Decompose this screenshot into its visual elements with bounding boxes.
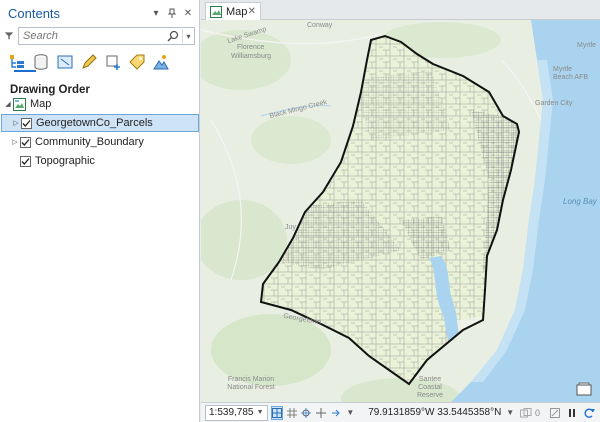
- place-label: Garden City: [535, 100, 573, 107]
- forest-patch: [251, 116, 331, 164]
- chevron-down-icon[interactable]: ▼: [345, 406, 357, 420]
- map-node-label: Map: [30, 98, 52, 110]
- list-by-labeling-icon[interactable]: [126, 51, 148, 73]
- correction-icon[interactable]: [330, 406, 342, 420]
- tab-map[interactable]: Map ✕: [205, 2, 261, 20]
- map-icon: [13, 97, 26, 111]
- place-label: Myrtle Beach AFB: [553, 66, 589, 81]
- search-input[interactable]: [19, 28, 166, 44]
- snapping-icon[interactable]: [300, 406, 312, 420]
- navigation-icon[interactable]: [315, 406, 327, 420]
- layer-tree: ◢ Map ▷ GeorgetownCo_Parcels ▷ Community…: [0, 95, 200, 170]
- list-by-perspective-imagery-icon[interactable]: [150, 51, 172, 73]
- active-tool-indicator: [14, 70, 36, 72]
- grid-icon[interactable]: [286, 406, 298, 420]
- search-box: ▾: [18, 27, 195, 45]
- close-tab-icon[interactable]: ✕: [248, 6, 256, 17]
- expand-icon[interactable]: ▷: [10, 137, 20, 147]
- chevron-down-icon[interactable]: ▼: [254, 409, 267, 416]
- contents-pane: Contents ▾ ✕ ▾: [0, 0, 200, 422]
- scale-value: 1:539,785: [209, 407, 254, 418]
- place-label: Williamsburg: [231, 53, 272, 60]
- contents-header: Contents ▾ ✕: [0, 0, 199, 26]
- search-icon[interactable]: [166, 29, 180, 43]
- layer-row-parcels[interactable]: ▷ GeorgetownCo_Parcels: [1, 114, 199, 132]
- layer-visibility-checkbox[interactable]: [20, 136, 31, 148]
- place-label: Francis Marion National Forest: [227, 376, 275, 391]
- list-by-editing-icon[interactable]: [78, 51, 100, 73]
- map-status-bar: 1:539,785 ▼ ▼ 79.9131859°W 33.5445358°N …: [201, 402, 600, 422]
- layer-label: Community_Boundary: [35, 136, 144, 148]
- list-by-selection-icon[interactable]: [54, 51, 76, 73]
- layer-row-topographic[interactable]: Topographic: [0, 152, 200, 170]
- pane-options-icon[interactable]: ▾: [149, 6, 163, 20]
- map-tabstrip: Map ✕: [201, 0, 600, 20]
- refresh-schedule-icon[interactable]: [548, 406, 562, 420]
- list-by-snapping-icon[interactable]: [102, 51, 124, 73]
- bookmarks-icon[interactable]: [576, 382, 592, 396]
- search-dropdown-icon[interactable]: ▾: [182, 29, 194, 43]
- fixed-zoom-icon[interactable]: [270, 405, 283, 420]
- place-label: Myrtle: [577, 42, 597, 49]
- selected-features-icon[interactable]: [519, 406, 533, 420]
- status-bar-right: 0: [516, 406, 596, 420]
- collapse-icon[interactable]: ◢: [3, 99, 13, 109]
- layer-label: Topographic: [35, 155, 95, 167]
- place-label: Juy: [285, 224, 296, 231]
- pin-icon[interactable]: [165, 6, 179, 20]
- scale-selector[interactable]: 1:539,785 ▼: [205, 404, 268, 421]
- water-label: Long Bay: [563, 197, 597, 206]
- search-row: ▾: [0, 26, 199, 46]
- layer-visibility-checkbox[interactable]: [20, 155, 31, 167]
- basemap: [201, 20, 600, 402]
- selected-count: 0: [535, 407, 541, 418]
- place-label: Florence: [237, 44, 265, 51]
- close-icon[interactable]: ✕: [181, 6, 195, 20]
- layer-visibility-checkbox[interactable]: [21, 117, 32, 129]
- map-node[interactable]: ◢ Map: [0, 95, 200, 113]
- filter-icon[interactable]: [4, 29, 14, 43]
- map-icon: [210, 5, 222, 18]
- map-canvas[interactable]: Conway Lake Swamp Florence Williamsburg …: [201, 20, 600, 402]
- tab-label: Map: [226, 5, 248, 18]
- coordinate-readout: 79.9131859°W 33.5445358°N: [368, 407, 502, 418]
- chevron-down-icon[interactable]: ▼: [504, 406, 516, 420]
- pane-title: Contents: [8, 5, 61, 21]
- expand-icon[interactable]: ▷: [11, 118, 21, 128]
- place-label: Santee Coastal Reserve: [416, 376, 444, 399]
- layer-row-community-boundary[interactable]: ▷ Community_Boundary: [0, 133, 200, 151]
- refresh-icon[interactable]: [582, 406, 596, 420]
- pause-drawing-icon[interactable]: [565, 406, 579, 420]
- layer-label: GeorgetownCo_Parcels: [36, 117, 153, 129]
- place-label: Conway: [307, 22, 333, 29]
